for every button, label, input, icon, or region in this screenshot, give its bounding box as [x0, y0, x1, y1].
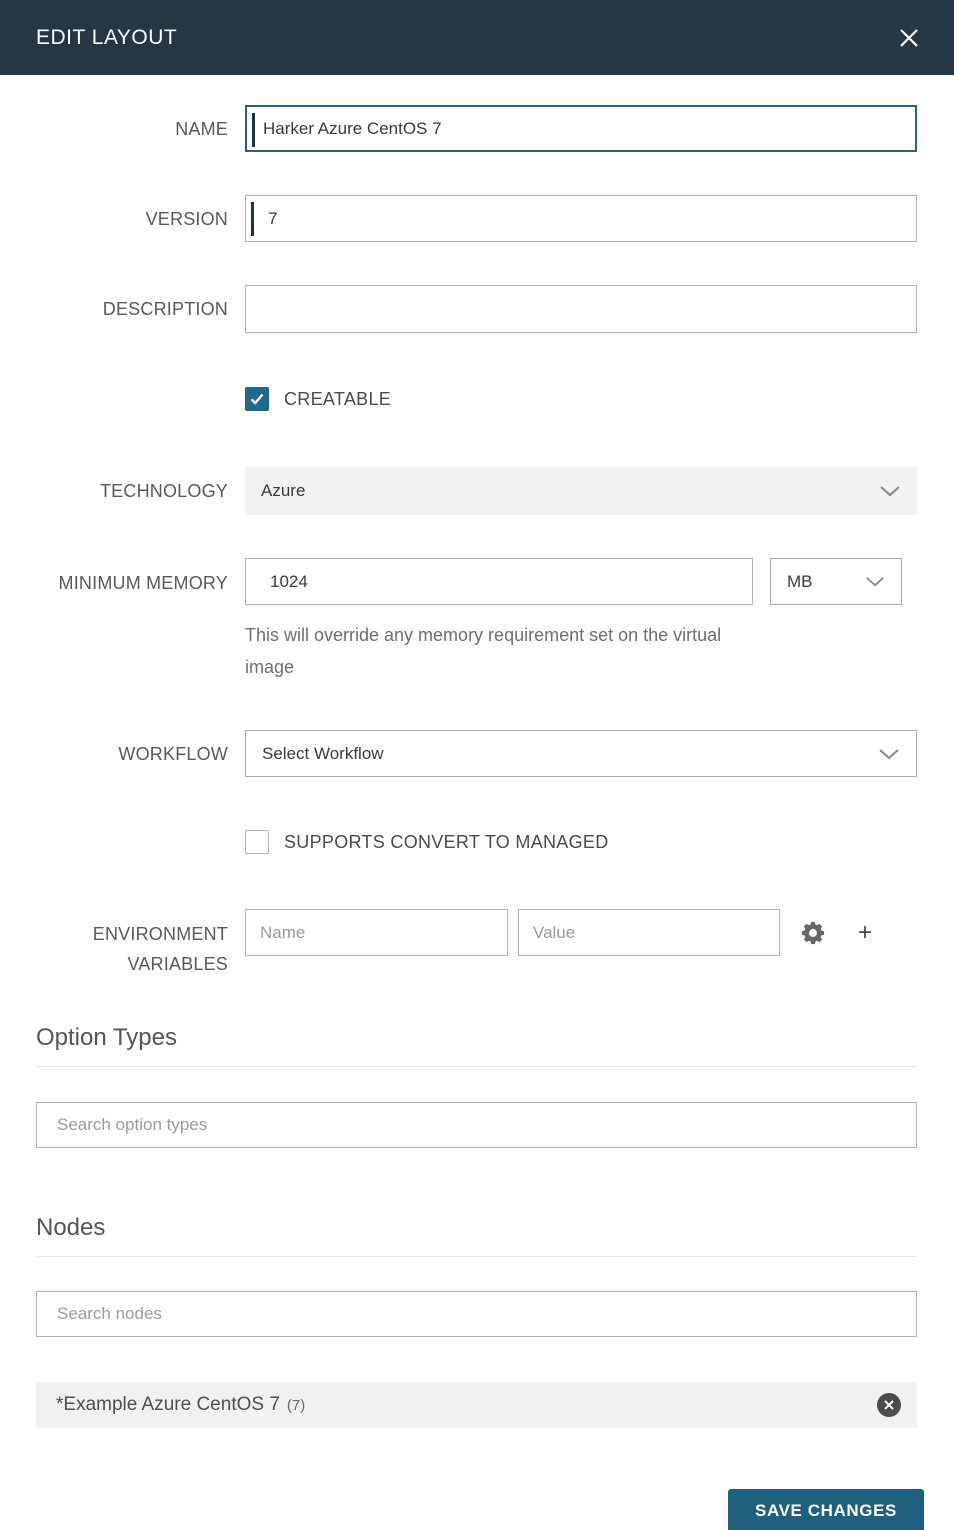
node-count: (7) — [287, 1397, 305, 1414]
modal-title: EDIT LAYOUT — [36, 26, 177, 50]
save-changes-button[interactable]: SAVE CHANGES — [728, 1489, 924, 1530]
supports-convert-checkbox-row[interactable]: SUPPORTS CONVERT TO MANAGED — [245, 830, 917, 854]
nodes-search-box — [36, 1291, 917, 1337]
workflow-select[interactable]: Select Workflow — [245, 730, 917, 777]
workflow-value: Select Workflow — [262, 744, 384, 764]
creatable-checkbox[interactable] — [245, 387, 269, 411]
close-icon — [896, 25, 922, 51]
version-row: VERSION — [0, 195, 954, 242]
name-input[interactable] — [247, 107, 915, 150]
nodes-section: Nodes *Example Azure CentOS 7 (7) — [0, 1214, 954, 1428]
supports-convert-row: SUPPORTS CONVERT TO MANAGED — [0, 830, 954, 854]
divider — [36, 1256, 917, 1257]
nodes-search-input[interactable] — [37, 1292, 916, 1336]
env-add-button[interactable]: + — [858, 921, 872, 945]
creatable-row: CREATABLE — [0, 387, 954, 411]
technology-value: Azure — [261, 481, 305, 501]
env-name-input[interactable] — [246, 910, 507, 955]
option-types-section: Option Types — [0, 1024, 954, 1148]
name-row: NAME — [0, 105, 954, 152]
option-types-search-input[interactable] — [37, 1103, 916, 1147]
modal-footer: SAVE CHANGES — [0, 1428, 954, 1530]
version-input-box — [245, 195, 917, 242]
node-remove-button[interactable] — [877, 1393, 901, 1417]
chevron-down-icon — [879, 485, 901, 497]
name-label: NAME — [0, 114, 245, 144]
minimum-memory-help: This will override any memory requiremen… — [245, 619, 755, 683]
env-settings-button[interactable] — [798, 918, 828, 948]
gear-icon — [799, 919, 827, 947]
supports-convert-label: SUPPORTS CONVERT TO MANAGED — [284, 832, 609, 853]
workflow-label: WORKFLOW — [0, 739, 245, 769]
option-types-search-box — [36, 1102, 917, 1148]
close-button[interactable] — [894, 23, 924, 53]
edit-layout-modal: EDIT LAYOUT NAME VERSION — [0, 0, 954, 1530]
workflow-row: WORKFLOW Select Workflow — [0, 730, 954, 777]
minimum-memory-row: MINIMUM MEMORY MB This will override any… — [0, 558, 954, 683]
circle-x-icon — [883, 1399, 895, 1411]
memory-unit-value: MB — [787, 572, 813, 592]
description-label: DESCRIPTION — [0, 294, 245, 324]
option-types-heading: Option Types — [36, 1024, 917, 1052]
description-row: DESCRIPTION — [0, 285, 954, 333]
environment-variables-label: ENVIRONMENT VARIABLES — [0, 909, 245, 979]
env-value-input[interactable] — [519, 910, 779, 955]
description-input[interactable] — [246, 286, 916, 332]
technology-row: TECHNOLOGY Azure — [0, 467, 954, 515]
divider — [36, 1066, 917, 1067]
node-name: *Example Azure CentOS 7 — [56, 1394, 280, 1415]
supports-convert-checkbox[interactable] — [245, 830, 269, 854]
technology-label: TECHNOLOGY — [0, 476, 245, 506]
form-area: NAME VERSION DESCRIPTION — [0, 75, 954, 1530]
minimum-memory-input-box — [245, 558, 753, 605]
version-input[interactable] — [246, 196, 916, 241]
chevron-down-icon — [865, 576, 885, 587]
nodes-heading: Nodes — [36, 1214, 917, 1242]
creatable-checkbox-row[interactable]: CREATABLE — [245, 387, 917, 411]
minimum-memory-input[interactable] — [246, 559, 752, 604]
minimum-memory-label: MINIMUM MEMORY — [0, 558, 245, 598]
technology-select[interactable]: Azure — [245, 467, 917, 515]
description-input-box — [245, 285, 917, 333]
env-value-input-box — [518, 909, 780, 956]
name-input-box — [245, 105, 917, 152]
chevron-down-icon — [878, 748, 900, 760]
checkmark-icon — [249, 391, 265, 407]
modal-header: EDIT LAYOUT — [0, 0, 954, 75]
environment-variables-row: ENVIRONMENT VARIABLES + — [0, 909, 954, 979]
env-name-input-box — [245, 909, 508, 956]
creatable-label: CREATABLE — [284, 389, 391, 410]
node-list-item: *Example Azure CentOS 7 (7) — [36, 1382, 917, 1428]
memory-unit-select[interactable]: MB — [770, 558, 902, 605]
version-label: VERSION — [0, 204, 245, 234]
